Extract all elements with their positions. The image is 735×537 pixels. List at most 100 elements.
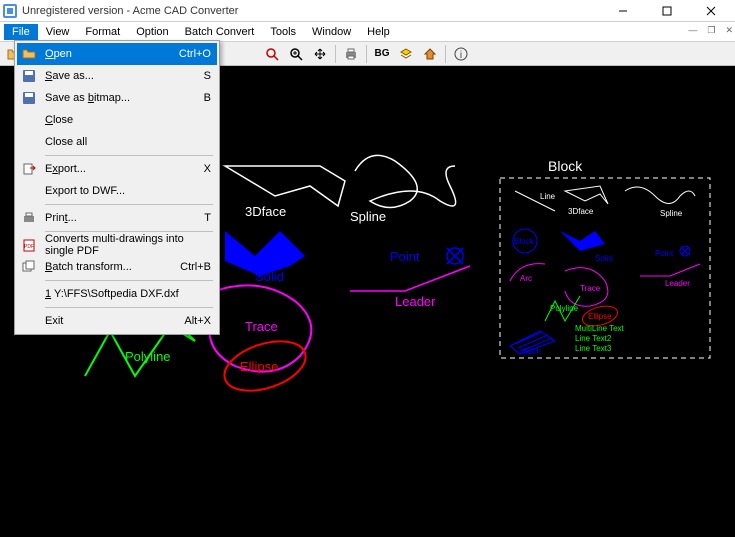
pan-button[interactable]: [309, 44, 331, 64]
menu-file[interactable]: File: [4, 24, 38, 40]
menu-export-dwf-label: Export to DWF...: [45, 185, 125, 197]
label-multiline2: Line Text2: [575, 334, 612, 343]
label-trace: Trace: [245, 319, 278, 334]
label-mini-solid: Solid: [595, 254, 613, 263]
save-icon: [21, 68, 37, 84]
menu-window[interactable]: Window: [304, 24, 359, 40]
bg-color-button[interactable]: BG: [371, 44, 393, 64]
menu-exit-shortcut: Alt+X: [184, 315, 211, 327]
print-icon: [21, 210, 37, 226]
menu-separator: [45, 280, 213, 281]
menu-save-as-label: Save as...: [45, 70, 94, 82]
zoom-extent-button[interactable]: [285, 44, 307, 64]
menu-batch-shortcut: Ctrl+B: [180, 261, 211, 273]
label-ellipse: Ellipse: [240, 359, 278, 374]
menu-open-label: Open: [45, 48, 72, 60]
label-leader: Leader: [395, 294, 436, 309]
svg-text:i: i: [460, 50, 462, 61]
label-spline: Spline: [350, 209, 386, 224]
bitmap-icon: [21, 90, 37, 106]
label-mini-block: Block: [514, 237, 535, 246]
label-polyline: Polyline: [125, 349, 171, 364]
label-block: Block: [548, 158, 583, 174]
menu-convert-pdf[interactable]: PDF Converts multi-drawings into single …: [17, 234, 217, 256]
label-solid: Solid: [255, 269, 284, 284]
menu-close-all-label: Close all: [45, 136, 87, 148]
label-mini-3dface: 3Dface: [568, 207, 594, 216]
menu-close-all[interactable]: Close all: [17, 131, 217, 153]
mdi-restore-icon[interactable]: ❐: [707, 25, 715, 36]
menu-batch-transform[interactable]: Batch transform... Ctrl+B: [17, 256, 217, 278]
menu-exit-label: Exit: [45, 315, 63, 327]
menu-save-bitmap-label: Save as bitmap...: [45, 92, 130, 104]
pdf-icon: PDF: [21, 237, 37, 253]
label-mini-leader: Leader: [665, 279, 690, 288]
menu-print[interactable]: Print... T: [17, 207, 217, 229]
menu-option[interactable]: Option: [128, 24, 176, 40]
menu-save-bitmap-shortcut: B: [204, 92, 211, 104]
app-icon: [2, 3, 18, 19]
menu-open-shortcut: Ctrl+O: [179, 48, 211, 60]
label-mini-spline: Spline: [660, 209, 683, 218]
label-mini-arc: Arc: [520, 274, 532, 283]
menu-convert-pdf-label: Converts multi-drawings into single PDF: [45, 233, 211, 257]
menu-separator: [45, 307, 213, 308]
menu-separator: [45, 231, 213, 232]
label-mini-ellipse: Ellipse: [588, 312, 612, 321]
menu-tools[interactable]: Tools: [262, 24, 304, 40]
export-icon: [21, 161, 37, 177]
label-mini-line: Line: [540, 192, 556, 201]
menu-separator: [45, 155, 213, 156]
window-controls: [601, 1, 733, 21]
info-button[interactable]: i: [450, 44, 472, 64]
toolbar-separator: [335, 45, 336, 63]
menu-export[interactable]: Export... X: [17, 158, 217, 180]
svg-text:PDF: PDF: [24, 244, 34, 250]
batch-icon: [21, 259, 37, 275]
menu-export-dwf[interactable]: Export to DWF...: [17, 180, 217, 202]
menu-recent-file[interactable]: 1 Y:\FFS\Softpedia DXF.dxf: [17, 283, 217, 305]
menu-open[interactable]: Open Ctrl+O: [17, 43, 217, 65]
zoom-button[interactable]: [261, 44, 283, 64]
mdi-controls: — ❐ ✕: [688, 25, 733, 36]
mdi-close-icon[interactable]: ✕: [725, 25, 733, 36]
menu-format[interactable]: Format: [77, 24, 128, 40]
open-icon: [21, 46, 37, 62]
label-3dface: 3Dface: [245, 204, 286, 219]
label-mini-polyline: Polyline: [550, 304, 579, 313]
menu-save-as-shortcut: S: [204, 70, 211, 82]
maximize-button[interactable]: [645, 1, 689, 21]
menu-help[interactable]: Help: [359, 24, 398, 40]
label-multiline1: MultiLine Text: [575, 324, 625, 333]
minimize-button[interactable]: [601, 1, 645, 21]
menu-export-label: Export...: [45, 163, 86, 175]
home-button[interactable]: [419, 44, 441, 64]
menubar: File View Format Option Batch Convert To…: [0, 22, 735, 42]
menu-print-shortcut: T: [204, 212, 211, 224]
menu-separator: [45, 204, 213, 205]
menu-close-label: Close: [45, 114, 73, 126]
menu-batch-convert[interactable]: Batch Convert: [177, 24, 263, 40]
label-multiline3: Line Text3: [575, 344, 612, 353]
close-button[interactable]: [689, 1, 733, 21]
label-mini-trace: Trace: [580, 284, 601, 293]
menu-recent-label: 1 Y:\FFS\Softpedia DXF.dxf: [45, 288, 179, 300]
print-button[interactable]: [340, 44, 362, 64]
label-mini-point: Point: [655, 249, 674, 258]
layers-button[interactable]: [395, 44, 417, 64]
file-menu-dropdown: Open Ctrl+O Save as... S Save as bitmap.…: [14, 40, 220, 335]
label-point: Point: [390, 249, 420, 264]
mdi-minimize-icon[interactable]: —: [688, 25, 697, 36]
toolbar-separator: [366, 45, 367, 63]
menu-view[interactable]: View: [38, 24, 78, 40]
menu-close[interactable]: Close: [17, 109, 217, 131]
menu-print-label: Print...: [45, 212, 77, 224]
toolbar-separator: [445, 45, 446, 63]
menu-batch-transform-label: Batch transform...: [45, 261, 132, 273]
titlebar: Unregistered version - Acme CAD Converte…: [0, 0, 735, 22]
menu-exit[interactable]: Exit Alt+X: [17, 310, 217, 332]
menu-save-as[interactable]: Save as... S: [17, 65, 217, 87]
menu-save-bitmap[interactable]: Save as bitmap... B: [17, 87, 217, 109]
window-title: Unregistered version - Acme CAD Converte…: [22, 5, 601, 17]
label-mini-hatch: Hatch: [520, 347, 541, 356]
